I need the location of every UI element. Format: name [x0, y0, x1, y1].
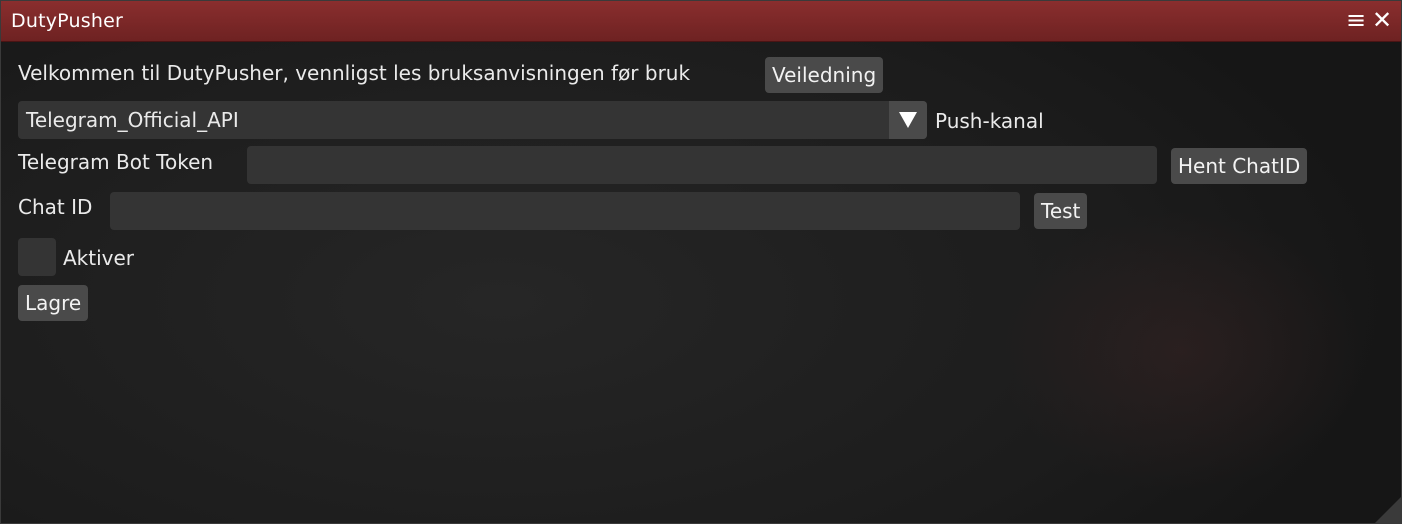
chat-id-input[interactable]	[110, 192, 1020, 230]
title-bar[interactable]: DutyPusher ≡ ✕	[1, 1, 1401, 42]
get-chatid-button[interactable]: Hent ChatID	[1171, 148, 1308, 184]
test-button[interactable]: Test	[1034, 193, 1088, 229]
chat-id-label: Chat ID	[18, 195, 93, 219]
window-title: DutyPusher	[11, 10, 123, 32]
dropdown-arrow-icon[interactable]	[889, 101, 927, 139]
guide-button[interactable]: Veiledning	[765, 57, 884, 93]
enable-checkbox[interactable]	[18, 238, 56, 276]
bot-token-input[interactable]	[247, 146, 1157, 184]
hamburger-menu-icon[interactable]: ≡	[1344, 7, 1368, 33]
close-icon[interactable]: ✕	[1370, 7, 1394, 33]
push-channel-select[interactable]: Telegram_Official_API	[18, 101, 927, 139]
welcome-text: Velkommen til DutyPusher, vennligst les …	[18, 61, 691, 85]
push-channel-selected-value: Telegram_Official_API	[26, 108, 239, 132]
bot-token-label: Telegram Bot Token	[18, 150, 214, 174]
save-button[interactable]: Lagre	[18, 285, 89, 321]
dutypusher-window: DutyPusher ≡ ✕ Velkommen til DutyPusher,…	[0, 0, 1402, 524]
push-channel-label: Push-kanal	[935, 109, 1044, 133]
enable-label: Aktiver	[63, 246, 135, 270]
resize-grip[interactable]	[1375, 497, 1401, 523]
